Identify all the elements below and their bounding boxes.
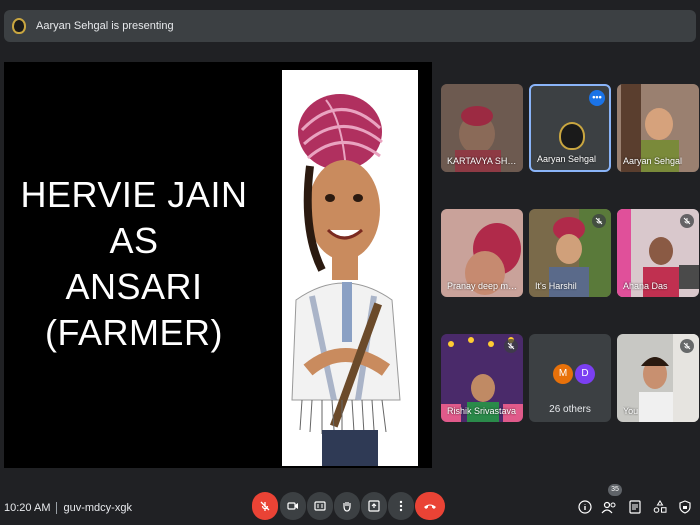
activities-button[interactable] <box>651 498 669 516</box>
participant-count-badge: 35 <box>608 484 622 496</box>
host-controls-button[interactable] <box>676 498 694 516</box>
participant-tile-active[interactable]: ••• Aaryan Sehgal <box>529 84 611 172</box>
presenting-banner: Aaryan Sehgal is presenting <box>4 10 696 42</box>
shield-lock-icon <box>679 500 691 514</box>
meet-window: Aaryan Sehgal is presenting HERVIE JAIN … <box>0 0 700 525</box>
mic-off-icon <box>680 214 694 228</box>
self-tile[interactable]: You <box>617 334 699 422</box>
participant-tile[interactable]: It's Harshil <box>529 209 611 297</box>
participant-name: Ahana Das <box>623 281 668 291</box>
mic-off-icon <box>592 214 606 228</box>
bottom-toolbar: 10:20 AM guv-mdcy-xgk <box>0 492 700 525</box>
participant-name: Rishik Srivastava <box>447 406 517 416</box>
participant-tile[interactable]: Rishik Srivastava <box>441 334 523 422</box>
participant-name: You <box>623 406 639 416</box>
presenting-text: Aaryan Sehgal is presenting <box>36 20 174 32</box>
more-vert-icon <box>399 500 403 512</box>
avatar-initial: D <box>575 364 595 384</box>
participant-avatar <box>559 122 585 150</box>
raise-hand-button[interactable] <box>334 492 360 520</box>
clock-time: 10:20 AM <box>4 502 51 514</box>
hand-icon <box>343 502 351 512</box>
chat-button[interactable] <box>626 498 644 516</box>
mic-off-icon <box>504 339 518 353</box>
presentation-stage: HERVIE JAIN AS ANSARI (FARMER) <box>4 62 432 468</box>
participant-name: KARTAVYA SHAR… <box>447 156 519 166</box>
others-avatars: M D <box>553 364 595 384</box>
mic-toggle-button[interactable] <box>252 492 278 520</box>
people-icon <box>601 501 616 514</box>
avatar-initial: M <box>553 364 573 384</box>
meeting-code: guv-mdcy-xgk <box>63 502 132 514</box>
phone-hangup-icon <box>424 504 436 509</box>
slide-line: ANSARI <box>65 266 203 307</box>
captions-button[interactable] <box>307 492 333 520</box>
activities-icon <box>653 500 667 513</box>
participant-tile[interactable]: Ahana Das <box>617 209 699 297</box>
participant-tile[interactable]: KARTAVYA SHAR… <box>441 84 523 172</box>
meeting-details-button[interactable] <box>576 498 594 516</box>
participant-tile[interactable]: Aaryan Sehgal <box>617 84 699 172</box>
participant-name: It's Harshil <box>535 281 577 291</box>
people-button[interactable] <box>600 498 618 516</box>
participant-name: Aaryan Sehgal <box>623 156 683 166</box>
slide-line: HERVIE JAIN <box>20 174 248 215</box>
participant-name: Aaryan Sehgal <box>537 154 597 164</box>
others-count: 26 others <box>549 404 591 415</box>
mic-off-icon <box>260 501 270 511</box>
more-options-button[interactable] <box>388 492 414 520</box>
participant-tile[interactable]: Pranay deep mal… <box>441 209 523 297</box>
others-tile[interactable]: M D 26 others <box>529 334 611 422</box>
slide-line: (FARMER) <box>45 312 223 353</box>
end-call-button[interactable] <box>415 492 445 520</box>
caricature-image <box>282 70 418 466</box>
info-icon <box>578 500 592 514</box>
mic-off-icon <box>680 339 694 353</box>
slide-line: AS <box>109 220 159 261</box>
slide-text: HERVIE JAIN AS ANSARI (FARMER) <box>14 172 254 356</box>
presenter-avatar <box>12 18 26 34</box>
chat-icon <box>629 500 641 514</box>
meeting-info: 10:20 AM guv-mdcy-xgk <box>4 502 132 515</box>
camera-icon <box>287 502 298 510</box>
present-button[interactable] <box>361 492 387 520</box>
more-options-icon[interactable]: ••• <box>589 90 605 106</box>
present-icon <box>368 500 380 512</box>
captions-icon <box>314 501 326 511</box>
camera-toggle-button[interactable] <box>280 492 306 520</box>
participant-name: Pranay deep mal… <box>447 281 519 291</box>
